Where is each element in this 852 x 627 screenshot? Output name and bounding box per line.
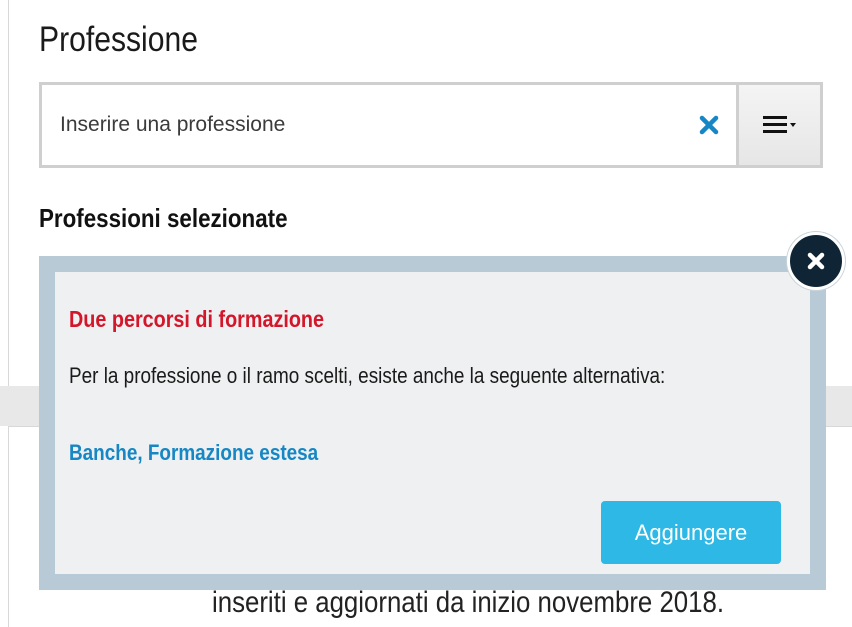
left-divider	[8, 0, 9, 386]
profession-search-input[interactable]	[42, 85, 692, 165]
alternative-training-popup: Due percorsi di formazione Per la profes…	[39, 256, 826, 590]
info-text-partial: inseriti e aggiornati da inizio novembre…	[212, 586, 725, 619]
alternative-profession-link[interactable]: Banche, Formazione estesa	[69, 440, 318, 466]
page-title: Professione	[39, 20, 198, 59]
popup-title: Due percorsi di formazione	[69, 306, 325, 332]
popup-message: Per la professione o il ramo scelti, esi…	[69, 363, 666, 388]
add-button[interactable]: Aggiungere	[601, 501, 781, 564]
profession-search-bar	[39, 82, 823, 168]
selected-professions-heading: Professioni selezionate	[39, 203, 288, 233]
hamburger-dropdown-icon	[763, 116, 796, 133]
clear-x-icon[interactable]	[695, 111, 723, 139]
list-menu-button[interactable]	[736, 85, 820, 165]
close-popup-button[interactable]	[787, 232, 845, 290]
close-icon	[807, 252, 825, 270]
